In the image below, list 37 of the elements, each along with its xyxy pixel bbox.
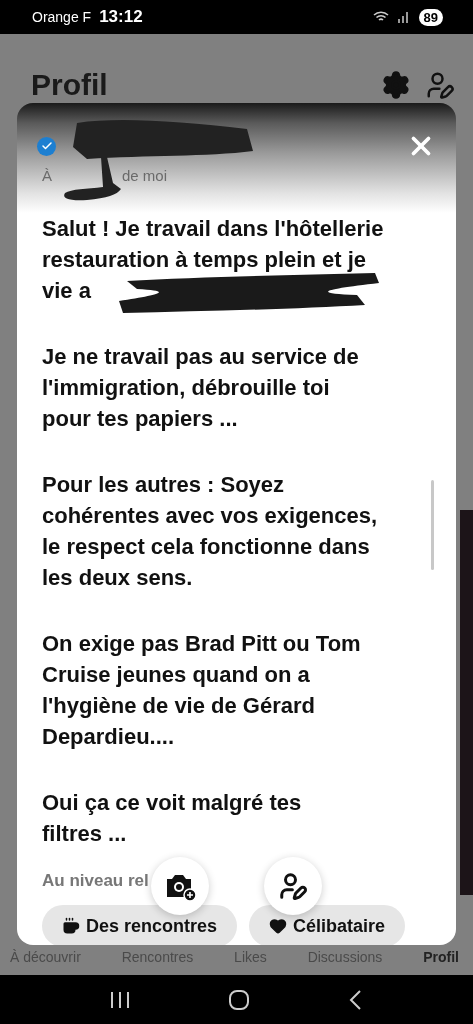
edit-profile-icon[interactable] xyxy=(425,70,455,100)
wifi-icon xyxy=(372,11,389,23)
bio-text-line: pour tes papiers ... xyxy=(42,405,238,433)
bio-text-line: Salut ! Je travail dans l'hôtellerie xyxy=(42,215,384,243)
chip-label: Des rencontres xyxy=(86,915,218,937)
battery-level: 89 xyxy=(418,8,443,26)
home-button[interactable] xyxy=(228,988,251,1011)
subtitle-text: À xyxy=(42,167,52,184)
subtitle-text: de moi xyxy=(122,167,168,184)
bio-text-line: Cruise jeunes quand on a xyxy=(42,661,310,689)
recent-apps-button[interactable] xyxy=(108,989,131,1010)
bio-text-line: l'hygiène de vie de Gérard xyxy=(42,692,315,720)
heart-icon xyxy=(269,917,288,935)
page-title: Profil xyxy=(31,68,109,102)
bio-text-line: Je ne travail pas au service de xyxy=(42,343,359,371)
bio-text-line: On exige pas Brad Pitt ou Tom xyxy=(42,630,361,658)
bio-text-line: restauration à temps plein et je xyxy=(42,246,366,274)
edit-bio-button[interactable] xyxy=(264,857,322,915)
carrier-name: Orange F xyxy=(32,9,92,25)
clock: 13:12 xyxy=(99,7,143,27)
bio-text-line: Pour les autres : Soyez xyxy=(42,471,285,499)
bio-text-line: Oui ça ce voit malgré tes xyxy=(42,789,302,817)
bio-text-line: les deux sens. xyxy=(42,564,193,592)
tab[interactable]: Profil xyxy=(423,949,459,965)
settings-icon[interactable] xyxy=(381,70,411,100)
bio-text-line: l'immigration, débrouille toi xyxy=(42,374,330,402)
bio-text-line: Depardieu.... xyxy=(42,723,175,751)
bio-text-line: filtres ... xyxy=(42,820,127,848)
section-label: Au niveau rel xyxy=(42,871,149,891)
chip-label: Célibataire xyxy=(293,915,386,937)
person-pencil-icon xyxy=(278,871,308,901)
bio-text-line: vie a xyxy=(42,277,91,305)
bio-text-line: cohérentes avec vos exigences, xyxy=(42,502,378,530)
add-photo-button[interactable] xyxy=(151,857,209,915)
cup-icon xyxy=(62,917,80,935)
signal-icon xyxy=(396,11,411,23)
bio-text-line: le respect cela fonctionne dans xyxy=(42,533,370,561)
